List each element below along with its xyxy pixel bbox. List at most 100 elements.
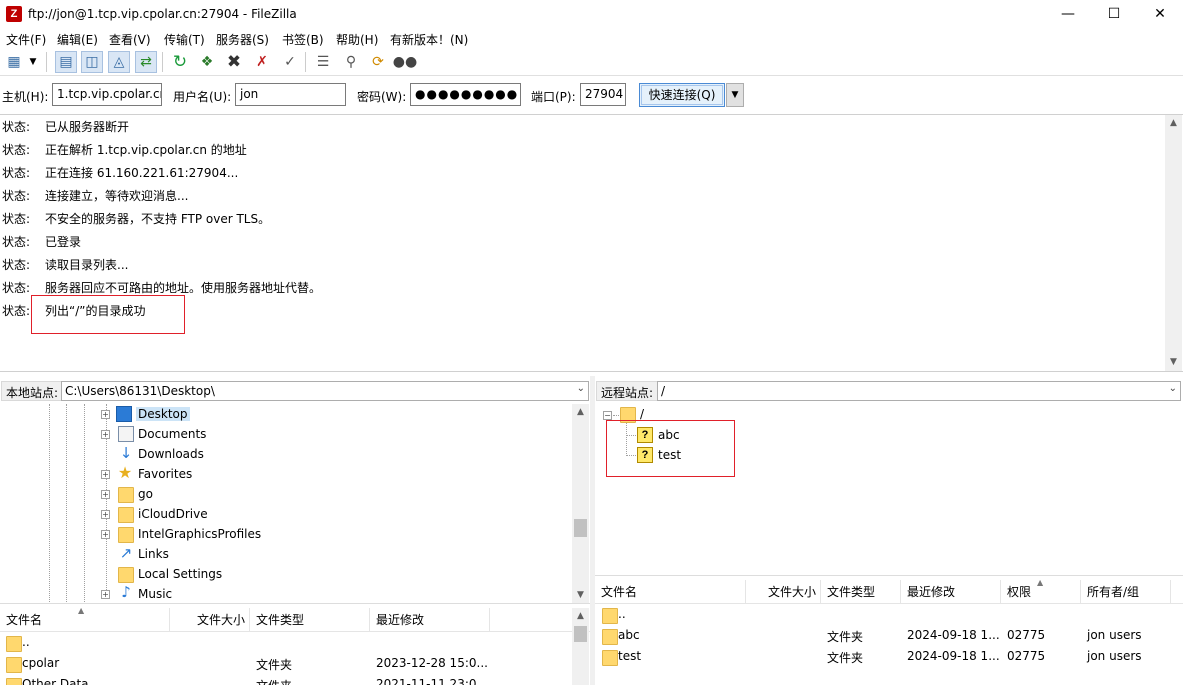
remote-list-header: 文件名 文件大小 文件类型 最近修改 权限 所有者/组 ▲ (595, 580, 1183, 604)
directory-listing-filters-icon[interactable]: ☰ (312, 51, 334, 73)
table-row[interactable]: abc 文件夹 2024-09-18 1... 02775 jon users (595, 626, 1183, 647)
menu-transfer[interactable]: 传输(T) (164, 31, 205, 48)
port-input[interactable]: 27904 (580, 83, 626, 106)
remote-path-value: / (661, 384, 666, 398)
music-note-icon: ♪ (121, 583, 131, 601)
chevron-down-icon[interactable]: ⌄ (1169, 383, 1177, 394)
local-list-scrollbar[interactable]: ▲ (572, 608, 589, 685)
toggle-remote-tree-icon[interactable]: ◬ (108, 51, 130, 73)
sort-arrow-icon: ▲ (1037, 580, 1044, 587)
collapse-icon[interactable]: − (603, 411, 612, 420)
quickconnect-dropdown-icon[interactable]: ▼ (726, 83, 744, 107)
column-modified[interactable]: 最近修改 (901, 580, 1001, 604)
column-owner-group[interactable]: 所有者/组 (1081, 580, 1171, 604)
local-tree-scrollbar[interactable]: ▲ ▼ (572, 404, 589, 603)
column-filetype[interactable]: 文件类型 (250, 608, 370, 632)
username-label: 用户名(U): (173, 90, 232, 104)
menu-new-version[interactable]: 有新版本！(N) (390, 31, 468, 48)
column-filesize[interactable]: 文件大小 (746, 580, 821, 604)
scroll-thumb[interactable] (574, 626, 587, 642)
remote-file-list: 文件名 文件大小 文件类型 最近修改 权限 所有者/组 ▲ .. abc 文件夹… (595, 580, 1183, 685)
table-row[interactable]: cpolar 文件夹 2023-12-28 15:0... (0, 654, 590, 675)
column-modified[interactable]: 最近修改 (370, 608, 490, 632)
scroll-up-icon[interactable]: ▲ (1165, 115, 1182, 132)
tree-item-music[interactable]: + ♪ Music (101, 583, 401, 603)
log-line: 状态: 正在解析 1.tcp.vip.cpolar.cn 的地址 (2, 143, 247, 157)
column-filesize[interactable]: 文件大小 (170, 608, 250, 632)
tree-item-intelgraphics[interactable]: + IntelGraphicsProfiles (101, 524, 401, 544)
menu-server[interactable]: 服务器(S) (216, 31, 269, 48)
log-line: 状态: 读取目录列表... (2, 258, 129, 272)
directory-comparison-icon[interactable]: ⟳ (367, 51, 389, 73)
refresh-icon[interactable]: ↻ (169, 51, 191, 73)
toggle-local-tree-icon[interactable]: ◫ (81, 51, 103, 73)
synchronized-browsing-icon[interactable]: ⚲ (340, 51, 362, 73)
tree-item-icloud[interactable]: + iCloudDrive (101, 504, 401, 524)
folder-icon (6, 678, 22, 685)
message-log: 状态: 已从服务器断开 状态: 正在解析 1.tcp.vip.cpolar.cn 的… (0, 114, 1183, 372)
tree-item-go[interactable]: + go (101, 484, 401, 504)
port-label: 端口(P): (531, 90, 576, 104)
menu-bookmarks[interactable]: 书签(B) (282, 31, 324, 48)
log-line: 状态: 已登录 (2, 235, 82, 249)
scroll-up-icon[interactable]: ▲ (572, 608, 589, 625)
toggle-log-icon[interactable]: ▤ (55, 51, 77, 73)
reconnect-icon[interactable]: ✓ (279, 51, 301, 73)
log-line: 状态: 不安全的服务器，不支持 FTP over TLS。 (2, 212, 271, 226)
log-line: 状态: 正在连接 61.160.221.61:27904... (2, 166, 239, 180)
username-input[interactable]: jon (235, 83, 346, 106)
local-path-value: C:\Users\86131\Desktop\ (65, 384, 215, 398)
scroll-down-icon[interactable]: ▼ (572, 587, 589, 603)
remote-directory-tree: − / ? abc ? test (595, 404, 1183, 576)
table-row[interactable]: Other Data 文件夹 2021-11-11 23:0... (0, 675, 590, 685)
toggle-queue-icon[interactable]: ⇄ (135, 51, 157, 73)
folder-icon (118, 487, 134, 503)
menu-help[interactable]: 帮助(H) (336, 31, 378, 48)
folder-icon (6, 657, 22, 673)
host-input[interactable]: 1.tcp.vip.cpolar.cn (52, 83, 162, 106)
column-filename[interactable]: 文件名 (0, 608, 170, 632)
folder-icon (118, 567, 134, 583)
search-files-icon[interactable]: ●● (393, 51, 417, 73)
table-row[interactable]: .. (595, 605, 1183, 626)
log-scrollbar[interactable]: ▲ ▼ (1165, 115, 1182, 371)
menu-view[interactable]: 查看(V) (109, 31, 151, 48)
local-path-combo[interactable]: C:\Users\86131\Desktop\ ⌄ (61, 381, 589, 401)
tree-item-favorites[interactable]: + ★ Favorites (101, 464, 401, 484)
local-file-list: 文件名 文件大小 文件类型 最近修改 ▲ .. cpolar 文件夹 2023-… (0, 608, 590, 685)
chevron-down-icon[interactable]: ⌄ (577, 383, 585, 394)
process-queue-icon[interactable]: ❖ (196, 51, 218, 73)
site-manager-icon[interactable]: ▦ (3, 51, 25, 73)
minimize-button[interactable]: — (1045, 0, 1091, 28)
remote-path-combo[interactable]: / ⌄ (657, 381, 1181, 401)
disconnect-icon[interactable]: ✗ (251, 51, 273, 73)
column-filename[interactable]: 文件名 (595, 580, 746, 604)
close-button[interactable]: ✕ (1137, 0, 1183, 28)
folder-icon (6, 636, 22, 652)
local-site-label: 本地站点: (1, 381, 64, 401)
table-row[interactable]: test 文件夹 2024-09-18 1... 02775 jon users (595, 647, 1183, 668)
scroll-down-icon[interactable]: ▼ (1165, 354, 1182, 371)
host-label: 主机(H): (2, 90, 49, 104)
folder-icon (602, 629, 618, 645)
scroll-thumb[interactable] (574, 519, 587, 537)
scroll-up-icon[interactable]: ▲ (572, 404, 589, 421)
maximize-button[interactable]: ☐ (1091, 0, 1137, 28)
tree-item-local-settings[interactable]: Local Settings (101, 564, 401, 584)
password-input[interactable]: ●●●●●●●●● (410, 83, 521, 106)
tree-item-downloads[interactable]: ↓ Downloads (101, 444, 401, 464)
menu-edit[interactable]: 编辑(E) (57, 31, 98, 48)
menu-file[interactable]: 文件(F) (6, 31, 46, 48)
tree-item-desktop[interactable]: + Desktop (101, 404, 401, 424)
column-filetype[interactable]: 文件类型 (821, 580, 901, 604)
table-row[interactable]: .. (0, 633, 590, 654)
tree-item-links[interactable]: ↗ Links (101, 544, 401, 564)
desktop-icon (116, 406, 132, 422)
cancel-operation-icon[interactable]: ✖ (223, 51, 245, 73)
menu-bar: 文件(F) 编辑(E) 查看(V) 传输(T) 服务器(S) 书签(B) 帮助(… (0, 28, 1183, 48)
tree-item-documents[interactable]: + Documents (101, 424, 401, 444)
quickconnect-button[interactable]: 快速连接(Q) (639, 83, 725, 107)
documents-icon (118, 426, 134, 442)
log-line: 状态: 连接建立，等待欢迎消息... (2, 189, 189, 203)
site-manager-dropdown-icon[interactable]: ▼ (26, 51, 40, 73)
